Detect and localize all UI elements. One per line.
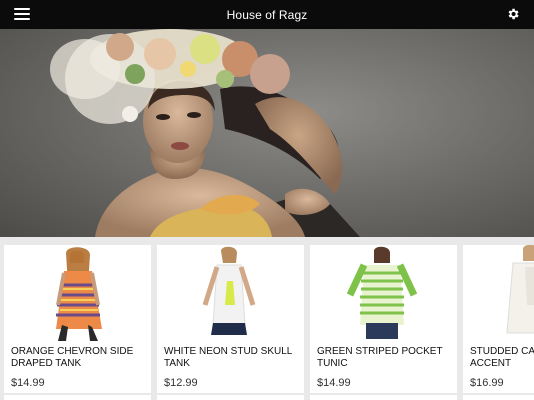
hamburger-menu-icon[interactable]	[14, 8, 30, 21]
product-price: $12.99	[164, 377, 198, 389]
product-price: $14.99	[11, 377, 45, 389]
product-name: ORANGE CHEVRON SIDE DRAPED TANK	[11, 346, 134, 369]
product-card-next-row[interactable]	[157, 395, 304, 400]
product-price: $16.99	[470, 377, 504, 389]
product-image	[4, 245, 151, 341]
product-price: $14.99	[317, 377, 351, 389]
product-card[interactable]: ORANGE CHEVRON SIDE DRAPED TANK $14.99	[4, 245, 151, 393]
product-list: ORANGE CHEVRON SIDE DRAPED TANK $14.99 W…	[0, 237, 534, 400]
product-card-next-row[interactable]	[310, 395, 457, 400]
app-title: House of Ragz	[226, 7, 308, 22]
product-card-next-row[interactable]	[4, 395, 151, 400]
product-card-next-row[interactable]	[463, 395, 534, 400]
product-image	[310, 245, 457, 341]
app-header: House of Ragz	[0, 0, 534, 29]
hero-banner-image	[50, 29, 360, 237]
product-card[interactable]: GREEN STRIPED POCKET TUNIC $14.99	[310, 245, 457, 393]
product-name: GREEN STRIPED POCKET TUNIC	[317, 346, 443, 369]
product-image	[157, 245, 304, 341]
product-name: WHITE NEON STUD SKULL TANK	[164, 346, 292, 369]
product-card[interactable]: WHITE NEON STUD SKULL TANK $12.99	[157, 245, 304, 393]
product-card[interactable]: STUDDED CARDIGAN ZIP ACCENT $16.99	[463, 245, 534, 393]
product-image	[463, 245, 534, 341]
gear-icon[interactable]	[506, 7, 520, 21]
hero-banner[interactable]	[0, 29, 534, 237]
product-name: STUDDED CARDIGAN ZIP ACCENT	[470, 346, 534, 369]
